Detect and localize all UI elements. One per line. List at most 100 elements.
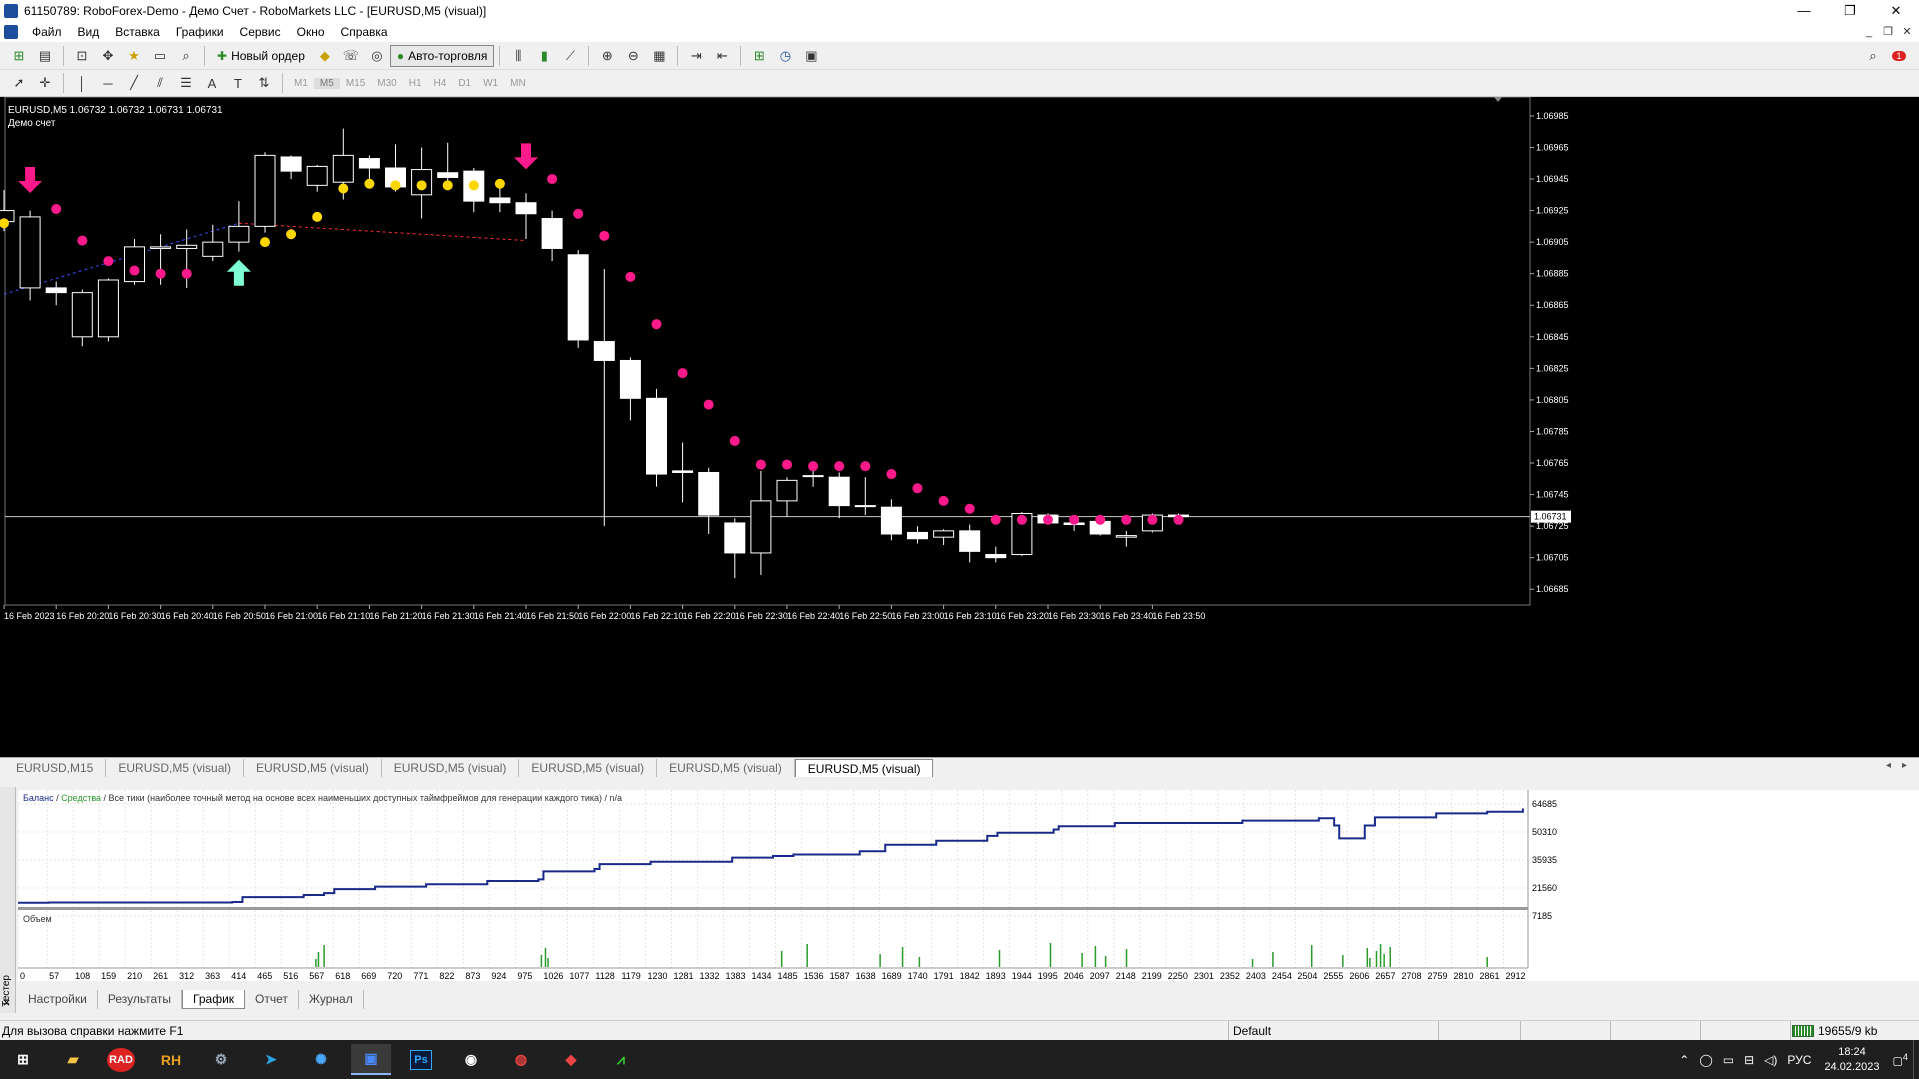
tabs-scroll-right-icon[interactable]: ▸ — [1902, 760, 1907, 771]
candlestick-icon[interactable]: ▮ — [533, 45, 555, 67]
legend-test-method: / Все тики (наиболее точный метод на осн… — [101, 793, 622, 803]
bar-chart-icon[interactable]: ⫼ — [507, 45, 529, 67]
menu-view[interactable]: Вид — [70, 22, 108, 42]
strategy-tester-icon[interactable]: ⌕ — [175, 45, 197, 67]
tester-tab-graph[interactable]: График — [182, 990, 246, 1009]
market-watch-icon[interactable]: ⊡ — [71, 45, 93, 67]
tester-tab-journal[interactable]: Журнал — [299, 990, 364, 1009]
maximize-button[interactable]: ❐ — [1827, 0, 1873, 22]
timeframe-w1[interactable]: W1 — [477, 78, 504, 89]
horizontal-line-icon[interactable]: ─ — [97, 72, 119, 94]
notifications-icon[interactable]: 1 — [1888, 45, 1910, 67]
menu-file[interactable]: Файл — [24, 22, 70, 42]
tray-display-icon[interactable]: ▭ — [1718, 1053, 1739, 1067]
start-icon[interactable]: ⊞ — [3, 1044, 43, 1075]
timeframe-mn[interactable]: MN — [504, 78, 532, 89]
chart-app-icon[interactable]: ⩘ — [601, 1044, 641, 1075]
indicators-icon[interactable]: ⊞ — [748, 45, 770, 67]
market-icon[interactable]: ◎ — [366, 45, 388, 67]
sell-signal-dot — [1016, 514, 1027, 525]
menu-help[interactable]: Справка — [333, 22, 396, 42]
auto-trading-button[interactable]: ● Авто-торговля — [389, 44, 495, 67]
menu-window[interactable]: Окно — [289, 22, 333, 42]
gear-icon[interactable]: ⚙ — [201, 1044, 241, 1075]
tester-graph[interactable]: 0 57 108 159 210 261 312 363 414 465 516 567 618 669 7… — [18, 790, 1919, 981]
network-icon[interactable]: ✺ — [301, 1044, 341, 1075]
metaeditor-icon[interactable]: ◆ — [314, 45, 336, 67]
candle-bear — [280, 156, 302, 172]
tray-network-icon[interactable]: ⊟ — [1739, 1053, 1759, 1067]
tray-volume-icon[interactable]: ◁) — [1759, 1053, 1782, 1067]
timeframe-h4[interactable]: H4 — [428, 78, 453, 89]
chart-tab[interactable]: EURUSD,M5 (visual) — [106, 759, 245, 777]
tray-chevron-icon[interactable]: ⌃ — [1674, 1053, 1694, 1067]
navigator-icon[interactable]: ★ — [123, 45, 145, 67]
timeframe-h1[interactable]: H1 — [403, 78, 428, 89]
chart-shift-icon[interactable]: ⇤ — [711, 45, 733, 67]
timeframe-d1[interactable]: D1 — [452, 78, 477, 89]
price-chart-canvas[interactable]: 1.06985 1.06965 1.06945 1.06925 1.06905 1.068… — [0, 97, 1919, 757]
action-center-icon[interactable]: ▢4 — [1888, 1052, 1914, 1068]
zoom-out-icon[interactable]: ⊖ — [622, 45, 644, 67]
chart-tab[interactable]: EURUSD,M5 (visual) — [519, 759, 658, 777]
profiles-icon[interactable]: ▤ — [34, 45, 56, 67]
timeframe-m1[interactable]: M1 — [288, 78, 314, 89]
tile-windows-icon[interactable]: ▦ — [648, 45, 670, 67]
line-chart-icon[interactable]: ⟋ — [559, 45, 581, 67]
chart-tab[interactable]: EURUSD,M5 (visual) — [244, 759, 382, 777]
search-icon[interactable]: ⌕ — [1862, 45, 1884, 67]
new-order-button[interactable]: ✚ Новый ордер — [210, 45, 312, 67]
tester-tab-results[interactable]: Результаты — [98, 990, 183, 1009]
fibonacci-icon[interactable]: ☰ — [175, 72, 197, 94]
zoom-in-icon[interactable]: ⊕ — [596, 45, 618, 67]
chart-info-line: EURUSD,M5 1.06732 1.06732 1.06731 1.0673… — [8, 105, 223, 116]
templates-icon[interactable]: ▣ — [800, 45, 822, 67]
metatrader-icon[interactable]: ▣ — [351, 1044, 391, 1075]
tray-clock[interactable]: 18:24 24.02.2023 — [1816, 1045, 1887, 1075]
tray-app-icon[interactable]: ◯ — [1694, 1053, 1717, 1067]
close-button[interactable]: ✕ — [1873, 0, 1919, 22]
trendline-icon[interactable]: ╱ — [123, 72, 145, 94]
show-desktop-button[interactable] — [1913, 1040, 1919, 1079]
text-label-icon[interactable]: T — [227, 72, 249, 94]
record-icon[interactable]: ◉ — [451, 1044, 491, 1075]
periods-icon[interactable]: ◷ — [774, 45, 796, 67]
telegram-icon[interactable]: ➤ — [251, 1044, 291, 1075]
anydesk-icon[interactable]: ◆ — [551, 1044, 591, 1075]
signals-icon[interactable]: ☏ — [340, 45, 362, 67]
file-explorer-icon[interactable]: ▰ — [53, 1044, 93, 1075]
autoscroll-icon[interactable]: ⇥ — [685, 45, 707, 67]
chart-tab[interactable]: EURUSD,M5 (visual) — [657, 759, 795, 777]
vertical-line-icon[interactable]: │ — [71, 72, 93, 94]
new-chart-icon[interactable]: ⊞ — [8, 45, 30, 67]
menu-tools[interactable]: Сервис — [232, 22, 289, 42]
connection-status[interactable]: 19655/9 kb — [1792, 1021, 1877, 1041]
timeframe-m30[interactable]: M30 — [371, 78, 402, 89]
tabs-scroll-left-icon[interactable]: ◂ — [1886, 760, 1891, 771]
cursor-icon[interactable]: ➚ — [8, 72, 30, 94]
chart-tab-active[interactable]: EURUSD,M5 (visual) — [794, 759, 934, 777]
arrows-icon[interactable]: ⇅ — [253, 72, 275, 94]
chart-tab[interactable]: EURUSD,M5 (visual) — [382, 759, 520, 777]
mdi-close-button[interactable]: ✕ — [1896, 22, 1918, 42]
rad-icon[interactable]: RAD — [101, 1044, 141, 1075]
text-tool-icon[interactable]: A — [201, 72, 223, 94]
photoshop-icon[interactable]: Ps — [401, 1044, 441, 1075]
equidistant-channel-icon[interactable]: ⫽ — [149, 72, 171, 94]
tester-pane-divider — [18, 907, 1528, 910]
terminal-icon[interactable]: ▭ — [149, 45, 171, 67]
tester-tab-report[interactable]: Отчет — [245, 990, 299, 1009]
data-window-icon[interactable]: ✥ — [97, 45, 119, 67]
chrome-icon[interactable]: ◍ — [501, 1044, 541, 1075]
minimize-button[interactable]: — — [1781, 0, 1827, 22]
menu-charts[interactable]: Графики — [168, 22, 232, 42]
crosshair-icon[interactable]: ✛ — [34, 72, 56, 94]
price-chart[interactable]: 1.06985 1.06965 1.06945 1.06925 1.06905 1.068… — [0, 97, 1919, 757]
tray-language[interactable]: РУС — [1782, 1053, 1816, 1067]
chart-tab[interactable]: EURUSD,M15 — [4, 759, 107, 777]
menu-insert[interactable]: Вставка — [107, 22, 168, 42]
timeframe-m5[interactable]: M5 — [313, 77, 340, 89]
rh-icon[interactable]: RH — [151, 1044, 191, 1075]
timeframe-m15[interactable]: M15 — [340, 78, 371, 89]
tester-tab-settings[interactable]: Настройки — [18, 990, 98, 1009]
